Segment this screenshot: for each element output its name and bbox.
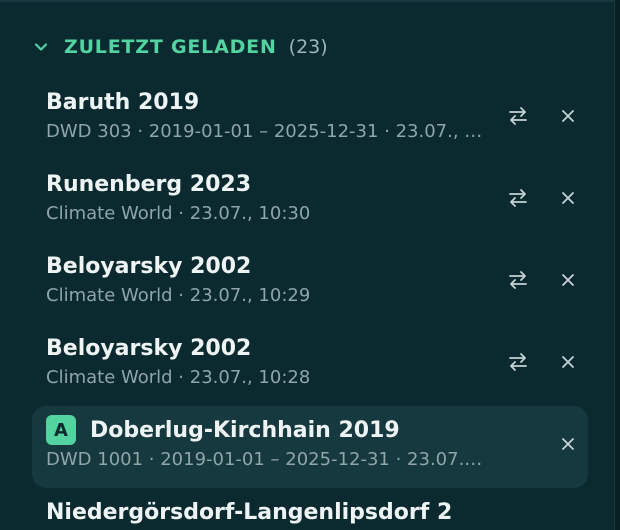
close-icon[interactable]	[554, 432, 582, 456]
swap-icon[interactable]	[504, 268, 532, 292]
section-count: (23)	[288, 36, 328, 58]
list-item[interactable]: Beloyarsky 2002 Climate World · 23.07., …	[32, 324, 588, 406]
active-badge: A	[46, 415, 76, 445]
item-subtitle: DWD 1001 · 2019-01-01 – 2025-12-31 · 23.…	[46, 449, 486, 470]
close-icon[interactable]	[554, 350, 582, 374]
swap-icon[interactable]	[504, 186, 532, 210]
list-item-active[interactable]: A Doberlug-Kirchhain 2019 DWD 1001 · 201…	[32, 406, 588, 488]
panel-divider	[0, 0, 614, 2]
swap-icon[interactable]	[504, 104, 532, 128]
recent-list: Baruth 2019 DWD 303 · 2019-01-01 – 2025-…	[32, 78, 588, 488]
chevron-down-icon	[32, 38, 50, 56]
item-title: Baruth 2019	[46, 89, 200, 115]
item-subtitle: Climate World · 23.07., 10:28	[46, 367, 311, 388]
recent-files-panel: ZULETZT GELADEN (23) Baruth 2019 DWD 303…	[0, 0, 614, 530]
list-item[interactable]: Baruth 2019 DWD 303 · 2019-01-01 – 2025-…	[32, 78, 588, 160]
section-title: ZULETZT GELADEN	[64, 36, 277, 58]
section-header-recent[interactable]: ZULETZT GELADEN (23)	[32, 32, 328, 62]
item-subtitle: DWD 303 · 2019-01-01 – 2025-12-31 · 23.0…	[46, 121, 486, 142]
item-title: Beloyarsky 2002	[46, 335, 252, 361]
swap-icon[interactable]	[504, 350, 532, 374]
item-title: Beloyarsky 2002	[46, 253, 252, 279]
item-title: Doberlug-Kirchhain 2019	[90, 417, 400, 443]
item-title: Runenberg 2023	[46, 171, 252, 197]
list-item[interactable]: Beloyarsky 2002 Climate World · 23.07., …	[32, 242, 588, 324]
item-subtitle: Climate World · 23.07., 10:30	[46, 203, 311, 224]
close-icon[interactable]	[554, 268, 582, 292]
close-icon[interactable]	[554, 186, 582, 210]
list-item-partial-title[interactable]: Niedergörsdorf-Langenlipsdorf 2	[46, 500, 452, 525]
list-item[interactable]: Runenberg 2023 Climate World · 23.07., 1…	[32, 160, 588, 242]
scrollbar[interactable]	[614, 0, 620, 530]
item-subtitle: Climate World · 23.07., 10:29	[46, 285, 311, 306]
close-icon[interactable]	[554, 104, 582, 128]
